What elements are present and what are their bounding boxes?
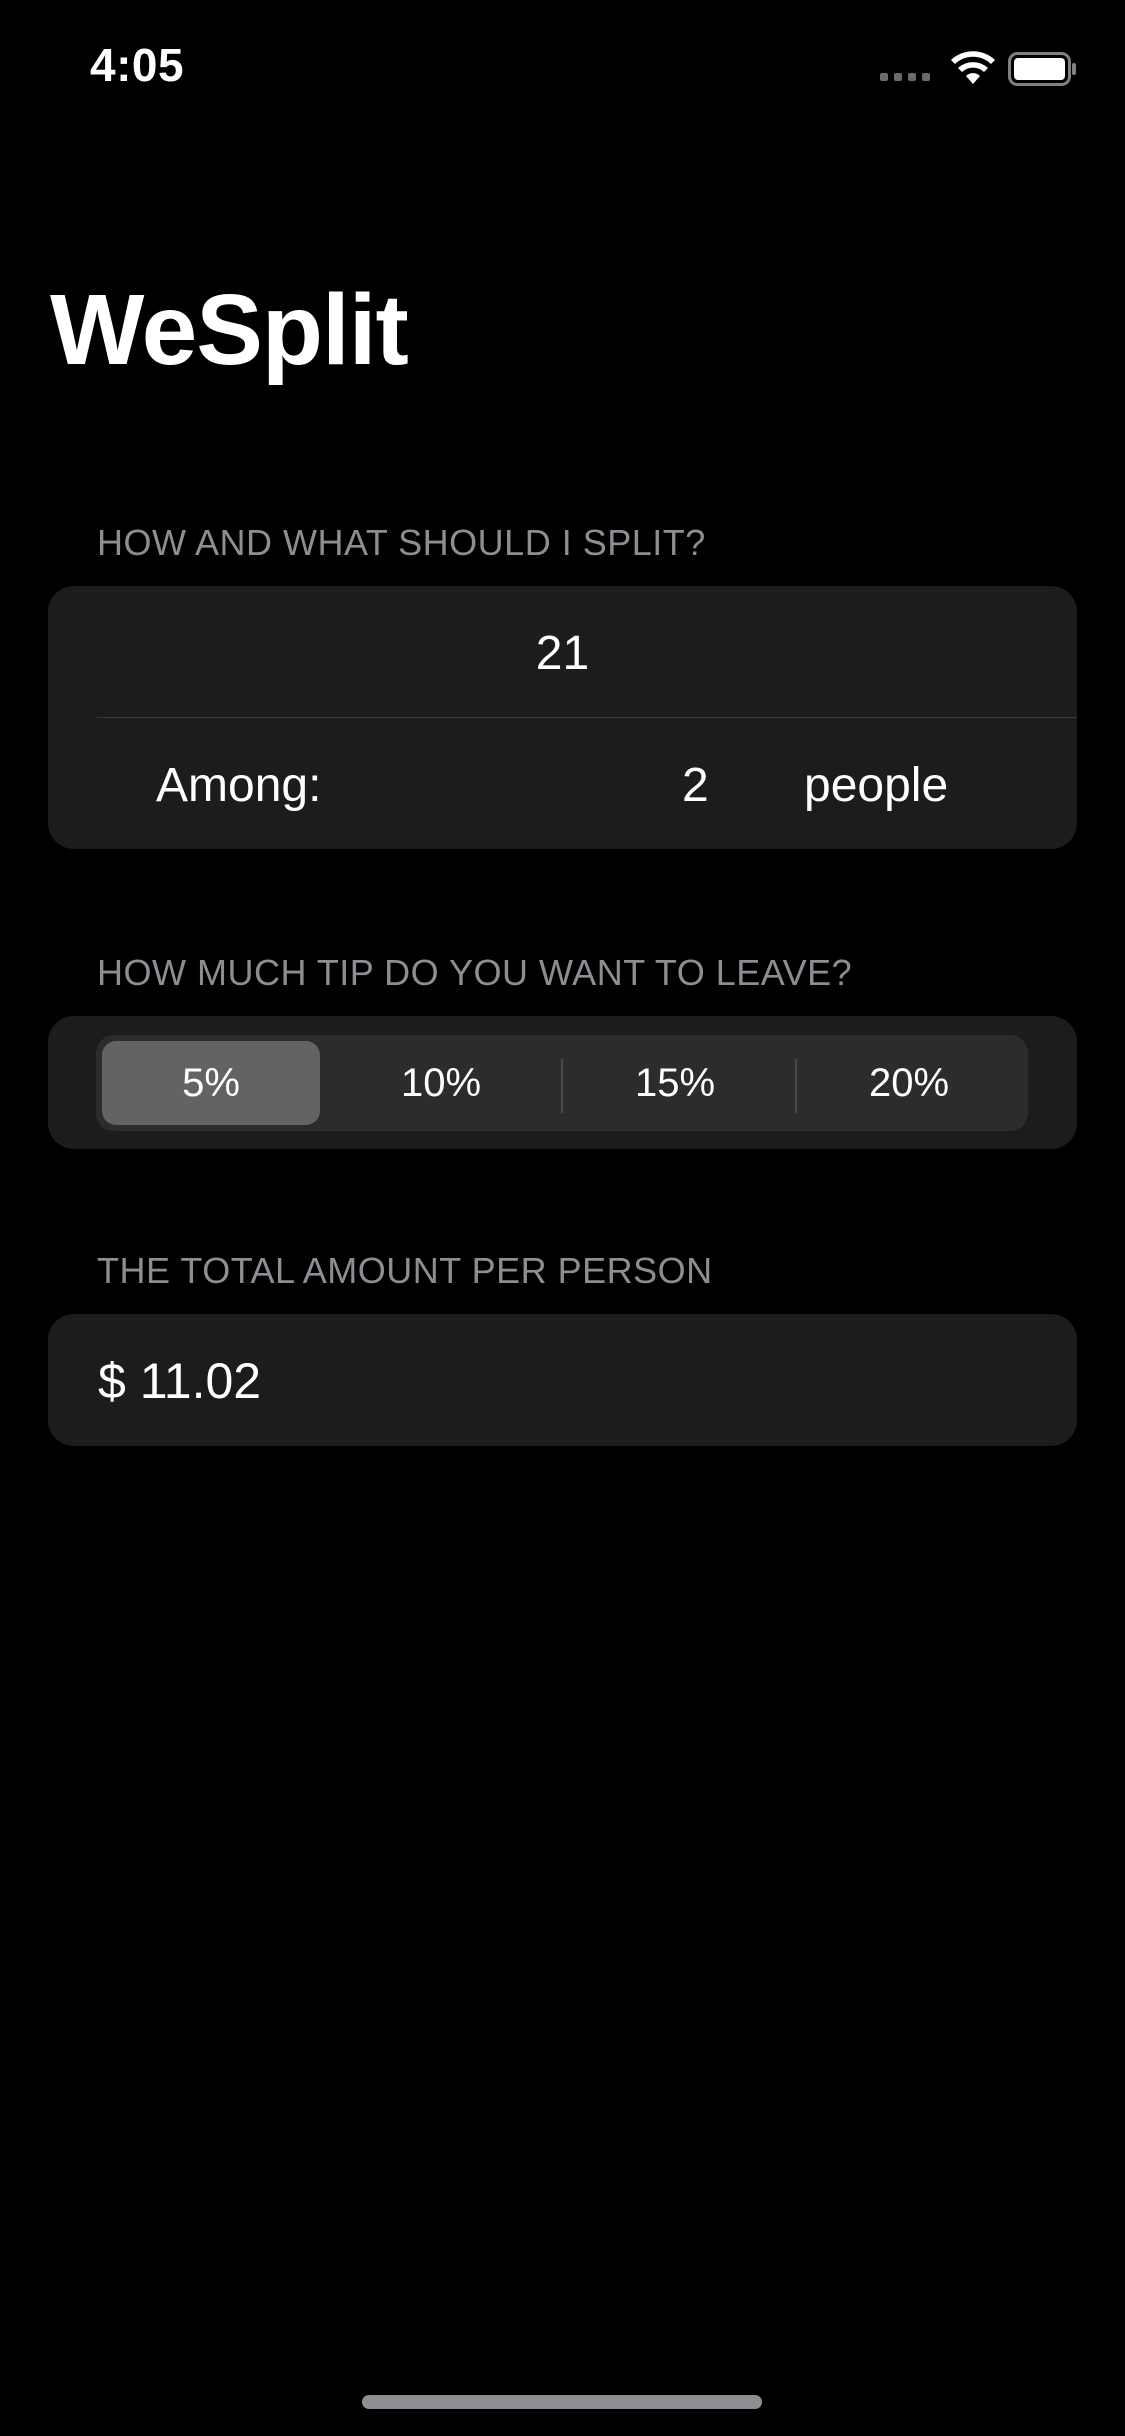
- segment-divider: [561, 1059, 563, 1113]
- people-count: 2: [682, 759, 709, 812]
- segment-divider: [795, 1059, 797, 1113]
- wifi-icon: [951, 51, 995, 84]
- status-time: 4:05: [90, 39, 185, 91]
- split-section-header: HOW AND WHAT SHOULD I SPLIT?: [97, 522, 706, 563]
- total-section-header: THE TOTAL AMOUNT PER PERSON: [97, 1250, 713, 1291]
- among-label: Among:: [156, 759, 322, 812]
- tip-card: 5% 10% 15% 20%: [48, 1016, 1077, 1149]
- total-per-person-value: $ 11.02: [98, 1353, 262, 1409]
- home-indicator[interactable]: [362, 2395, 762, 2409]
- tip-option-10[interactable]: 10%: [332, 1041, 550, 1125]
- people-picker[interactable]: Among: 2 people: [48, 718, 1077, 849]
- amount-field[interactable]: 21: [48, 586, 1077, 717]
- page-title: WeSplit: [50, 274, 409, 386]
- people-unit: people: [804, 759, 949, 812]
- split-card: 21 Among: 2 people: [48, 586, 1077, 849]
- tip-option-5[interactable]: 5%: [102, 1041, 320, 1125]
- cellular-signal-icon: [880, 73, 934, 83]
- total-card: $ 11.02: [48, 1314, 1077, 1446]
- tip-option-15[interactable]: 15%: [566, 1041, 784, 1125]
- battery-icon: [1008, 52, 1076, 86]
- tip-option-20[interactable]: 20%: [800, 1041, 1018, 1125]
- status-bar: 4:05: [0, 0, 1125, 140]
- tip-segmented-control: 5% 10% 15% 20%: [96, 1035, 1028, 1131]
- tip-section-header: HOW MUCH TIP DO YOU WANT TO LEAVE?: [97, 952, 853, 993]
- amount-value: 21: [535, 627, 590, 680]
